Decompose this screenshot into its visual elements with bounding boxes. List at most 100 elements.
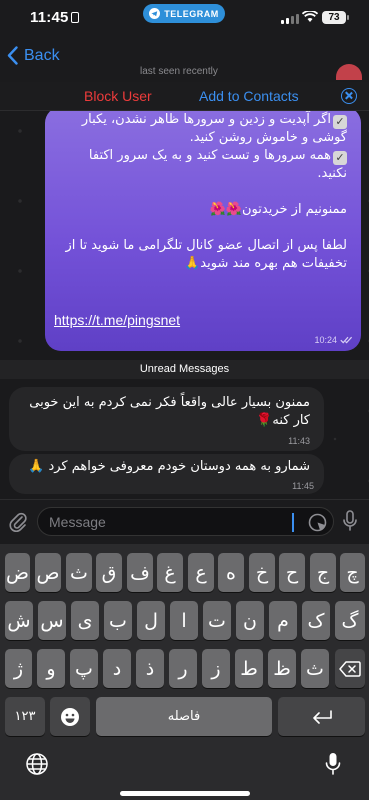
message-line: لطفا پس از اتصال عضو کانال تلگرامی ما شو… (65, 238, 347, 253)
key[interactable]: ط (235, 649, 263, 688)
battery-level: 73 (328, 12, 340, 23)
home-indicator[interactable] (120, 791, 250, 796)
emoji-icon (61, 707, 79, 726)
key[interactable]: چ (340, 553, 365, 592)
key-tha[interactable]: ث (301, 649, 329, 688)
key[interactable]: پ (70, 649, 98, 688)
message-placeholder: Message (49, 514, 106, 530)
checkbox-emoji-icon: ✓ (333, 115, 347, 129)
key[interactable]: س (38, 601, 66, 640)
cellular-signal-icon (281, 14, 299, 24)
chat-area[interactable]: ✓اگر آپدیت و زدین و سرورها ظاهر نشدن، یک… (0, 111, 369, 499)
status-bar: 11:45 TELEGRAM 73 (0, 0, 369, 34)
key[interactable]: ش (5, 601, 33, 640)
key[interactable]: د (103, 649, 131, 688)
message-line: ممنونیم از خریدتون🌺🌺 (209, 202, 347, 217)
paperclip-icon[interactable] (9, 511, 27, 533)
key[interactable]: ض (5, 553, 30, 592)
message-time: 10:24 (314, 335, 337, 345)
double-check-icon (340, 336, 353, 344)
key[interactable]: ق (96, 553, 122, 592)
return-key[interactable] (278, 697, 365, 736)
key[interactable]: ث (66, 553, 92, 592)
status-time: 11:45 (30, 9, 69, 26)
key[interactable]: ک (302, 601, 330, 640)
message-line: ✓همه سرورها و تست کنید و به یک سرور اکتف… (55, 147, 347, 165)
key[interactable]: ف (127, 553, 153, 592)
key[interactable]: ه (218, 553, 244, 592)
key[interactable]: ت (203, 601, 231, 640)
last-seen-status: last seen recently (140, 66, 218, 77)
incoming-message-bubble[interactable]: شمارو به همه دوستان خودم معروفی خواهم کر… (9, 454, 324, 494)
key[interactable]: ا (170, 601, 198, 640)
key[interactable]: خ (249, 553, 275, 592)
space-key[interactable]: فاصله (96, 697, 272, 736)
key[interactable]: ص (35, 553, 61, 592)
message-line: کار کنه🌹 (256, 413, 310, 428)
telegram-pill[interactable]: TELEGRAM (143, 4, 225, 23)
key[interactable]: ذ (136, 649, 164, 688)
unread-messages-divider: Unread Messages (0, 360, 369, 379)
back-label: Back (24, 46, 60, 64)
key[interactable]: ظ (268, 649, 296, 688)
back-button[interactable]: Back (7, 46, 60, 65)
key[interactable]: ن (236, 601, 264, 640)
sticker-icon[interactable] (308, 513, 327, 532)
key[interactable]: ج (310, 553, 336, 592)
outgoing-message-meta: 10:24 (314, 335, 353, 345)
outgoing-message-text: ✓اگر آپدیت و زدین و سرورها ظاهر نشدن، یک… (55, 111, 347, 273)
chevron-left-icon (7, 46, 18, 65)
telegram-icon (149, 8, 161, 19)
key[interactable]: ب (104, 601, 132, 640)
key[interactable]: ح (279, 553, 305, 592)
key[interactable]: غ (157, 553, 183, 592)
backspace-key[interactable] (335, 649, 365, 688)
checkbox-emoji-icon: ✓ (333, 151, 347, 165)
avatar[interactable] (336, 64, 362, 80)
message-line: ممنون بسیار عالی واقعاً فکر نمی کردم به … (29, 395, 310, 410)
close-icon[interactable] (341, 88, 357, 104)
key[interactable]: ی (71, 601, 99, 640)
microphone-icon[interactable] (342, 510, 358, 532)
key[interactable]: ژ (5, 649, 32, 688)
key[interactable]: ع (188, 553, 214, 592)
outgoing-message-bubble[interactable]: ✓اگر آپدیت و زدین و سرورها ظاهر نشدن، یک… (45, 111, 361, 351)
message-line: تخفیفات هم بهره مند شوید🙏 (184, 256, 347, 271)
key[interactable]: م (269, 601, 297, 640)
return-icon (312, 709, 332, 724)
battery-icon: 73 (322, 11, 349, 24)
channel-link[interactable]: https://t.me/pingsnet (54, 312, 180, 328)
message-input[interactable]: Message (37, 507, 334, 536)
telegram-pill-label: TELEGRAM (164, 8, 219, 19)
block-user-button[interactable]: Block User (84, 88, 152, 104)
key[interactable]: و (37, 649, 65, 688)
message-line: گوشی و خاموش روشن کنید. (189, 130, 347, 145)
message-time: 11:43 (288, 436, 310, 446)
message-time: 11:45 (292, 481, 314, 491)
key[interactable]: ل (137, 601, 165, 640)
text-caret (292, 513, 294, 532)
wifi-icon (302, 11, 318, 22)
message-line (55, 183, 347, 201)
message-line: شمارو به همه دوستان خودم معروفی خواهم کر… (28, 459, 310, 474)
persian-keyboard: ض ص ث ق ف غ ع ه خ ح ج چ ش س ی ب ل ا ت ن … (0, 544, 369, 800)
message-line: ✓اگر آپدیت و زدین و سرورها ظاهر نشدن، یک… (55, 111, 347, 129)
id-card-icon (71, 12, 79, 23)
incoming-message-text: ممنون بسیار عالی واقعاً فکر نمی کردم به … (15, 394, 310, 430)
backspace-icon (339, 660, 361, 677)
emoji-key[interactable] (50, 697, 90, 736)
add-to-contacts-button[interactable]: Add to Contacts (199, 88, 299, 104)
chat-header: Back last seen recently (0, 34, 369, 82)
incoming-message-bubble[interactable]: ممنون بسیار عالی واقعاً فکر نمی کردم به … (9, 387, 324, 451)
message-input-bar: Message (0, 499, 369, 544)
message-line: نکنید. (317, 166, 347, 181)
incoming-message-text: شمارو به همه دوستان خودم معروفی خواهم کر… (15, 458, 310, 476)
message-line (55, 219, 347, 237)
globe-icon[interactable] (25, 752, 49, 776)
key[interactable]: گ (335, 601, 365, 640)
key[interactable]: ر (169, 649, 197, 688)
key[interactable]: ز (202, 649, 230, 688)
contact-action-bar: Block User Add to Contacts (0, 82, 369, 111)
dictation-mic-icon[interactable] (325, 752, 341, 776)
numbers-key[interactable]: ۱۲۳ (5, 697, 45, 736)
